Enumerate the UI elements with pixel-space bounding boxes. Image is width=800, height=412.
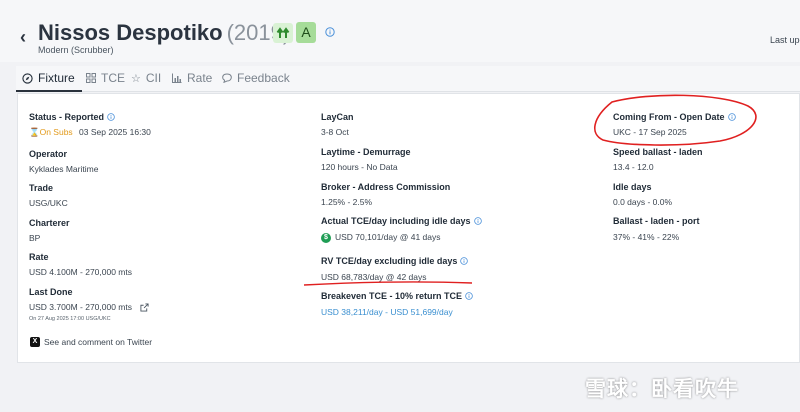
operator-label: Operator	[29, 149, 68, 159]
last-done-value-text: USD 3.700M - 270,000 mts	[29, 302, 132, 312]
double-arrow-up-icon	[273, 23, 293, 43]
trade-value: USG/UKC	[29, 198, 68, 208]
tab-cii[interactable]: ☆ CII	[131, 71, 161, 85]
breakeven-value: USD 38,211/day - USD 51,699/day	[321, 307, 453, 317]
charterer-label: Charterer	[29, 218, 70, 228]
laytime-label: Laytime - Demurrage	[321, 147, 411, 157]
charterer-value: BP	[29, 233, 41, 243]
status-label-text: Status - Reported	[29, 112, 105, 122]
chat-icon	[222, 73, 232, 83]
broker-label: Broker - Address Commission	[321, 182, 451, 192]
rating-badge: A	[296, 22, 316, 43]
status-badge: On Subs	[39, 127, 73, 137]
last-done-label: Last Done	[29, 287, 73, 297]
ballast-label: Ballast - laden - port	[613, 216, 700, 226]
coming-from-label: Coming From - Open Date	[613, 112, 736, 122]
tab-feedback[interactable]: Feedback	[222, 71, 290, 85]
laycan-label: LayCan	[321, 112, 354, 122]
actual-tce-label-text: Actual TCE/day including idle days	[321, 216, 471, 226]
rv-tce-label-text: RV TCE/day excluding idle days	[321, 256, 458, 266]
info-icon[interactable]	[473, 217, 482, 225]
info-icon[interactable]	[325, 27, 335, 37]
vessel-name: Nissos Despotiko	[38, 20, 223, 45]
tab-fixture[interactable]: Fixture	[22, 71, 75, 85]
last-done-value: USD 3.700M - 270,000 mts	[29, 302, 149, 312]
status-value: ⌛On Subs 03 Sep 2025 16:30	[29, 127, 151, 138]
dollar-icon: $	[321, 232, 331, 243]
twitter-link[interactable]: X See and comment on Twitter	[30, 337, 152, 347]
actual-tce-value-text: USD 70,101/day @ 41 days	[335, 232, 441, 242]
status-label: Status - Reported	[29, 112, 115, 122]
actual-tce-value: $ USD 70,101/day @ 41 days	[321, 232, 441, 243]
rate-label: Rate	[29, 252, 49, 262]
bar-chart-icon	[172, 73, 182, 83]
info-icon[interactable]	[107, 113, 115, 121]
hourglass-icon: ⌛	[29, 127, 40, 137]
idle-days-label: Idle days	[613, 182, 652, 192]
rv-tce-value: USD 68,783/day @ 42 days	[321, 272, 427, 282]
tab-bar: Fixture TCE ☆ CII Rate Feedback	[16, 66, 800, 92]
tab-tce[interactable]: TCE	[86, 71, 125, 85]
idle-days-value: 0.0 days - 0.0%	[613, 197, 673, 207]
ballast-value: 37% - 41% - 22%	[613, 232, 680, 242]
tab-rate[interactable]: Rate	[172, 71, 212, 85]
external-link-icon[interactable]	[140, 303, 149, 312]
tab-label: CII	[145, 71, 162, 85]
tab-label: Fixture	[38, 71, 75, 85]
last-updated-text: Last upd	[770, 35, 800, 45]
x-logo-icon: X	[30, 337, 40, 347]
fixture-card: Status - Reported ⌛On Subs 03 Sep 2025 1…	[17, 93, 800, 363]
breakeven-label-text: Breakeven TCE - 10% return TCE	[321, 291, 463, 301]
status-date: 03 Sep 2025 16:30	[79, 127, 151, 137]
twitter-text: See and comment on Twitter	[44, 337, 153, 347]
rate-value: USD 4.100M - 270,000 mts	[29, 267, 132, 277]
laycan-value: 3-8 Oct	[321, 127, 349, 137]
grid-icon	[86, 73, 96, 83]
return-tce-value-link[interactable]: USD 51,699/day	[390, 307, 452, 317]
vessel-title: Nissos Despotiko (2019)	[38, 20, 290, 46]
coming-from-label-text: Coming From - Open Date	[613, 112, 725, 122]
operator-value: Kyklades Maritime	[29, 164, 99, 174]
last-done-note: On 27 Aug 2025 17:00 USG/UKC	[29, 316, 111, 322]
info-icon[interactable]	[465, 292, 473, 300]
vessel-header: ‹ Nissos Despotiko (2019) Modern (Scrubbe…	[0, 0, 800, 62]
trade-label: Trade	[29, 183, 54, 193]
breakeven-value-link[interactable]: USD 38,211/day	[321, 307, 383, 317]
breakeven-label: Breakeven TCE - 10% return TCE	[321, 291, 473, 301]
info-icon[interactable]	[460, 257, 469, 265]
info-icon[interactable]	[727, 113, 736, 121]
watermark-text: 雪球：卧看吹牛	[585, 378, 739, 401]
chevron-left-icon[interactable]: ‹	[20, 27, 26, 48]
broker-value: 1.25% - 2.5%	[321, 197, 373, 207]
coming-from-value: UKC - 17 Sep 2025	[613, 127, 687, 137]
tab-label: Feedback	[237, 71, 290, 85]
star-icon: ☆	[131, 72, 141, 85]
tab-label: Rate	[187, 71, 213, 85]
rv-tce-label: RV TCE/day excluding idle days	[321, 256, 469, 266]
laytime-value: 120 hours - No Data	[321, 162, 398, 172]
compass-icon	[22, 72, 33, 84]
vessel-subtitle: Modern (Scrubber)	[38, 45, 114, 55]
speed-label: Speed ballast - laden	[613, 147, 703, 157]
speed-value: 13.4 - 12.0	[613, 162, 654, 172]
breakeven-separator: -	[385, 307, 388, 317]
tab-label: TCE	[101, 71, 125, 85]
active-tab-indicator	[16, 90, 82, 92]
actual-tce-label: Actual TCE/day including idle days	[321, 216, 482, 226]
